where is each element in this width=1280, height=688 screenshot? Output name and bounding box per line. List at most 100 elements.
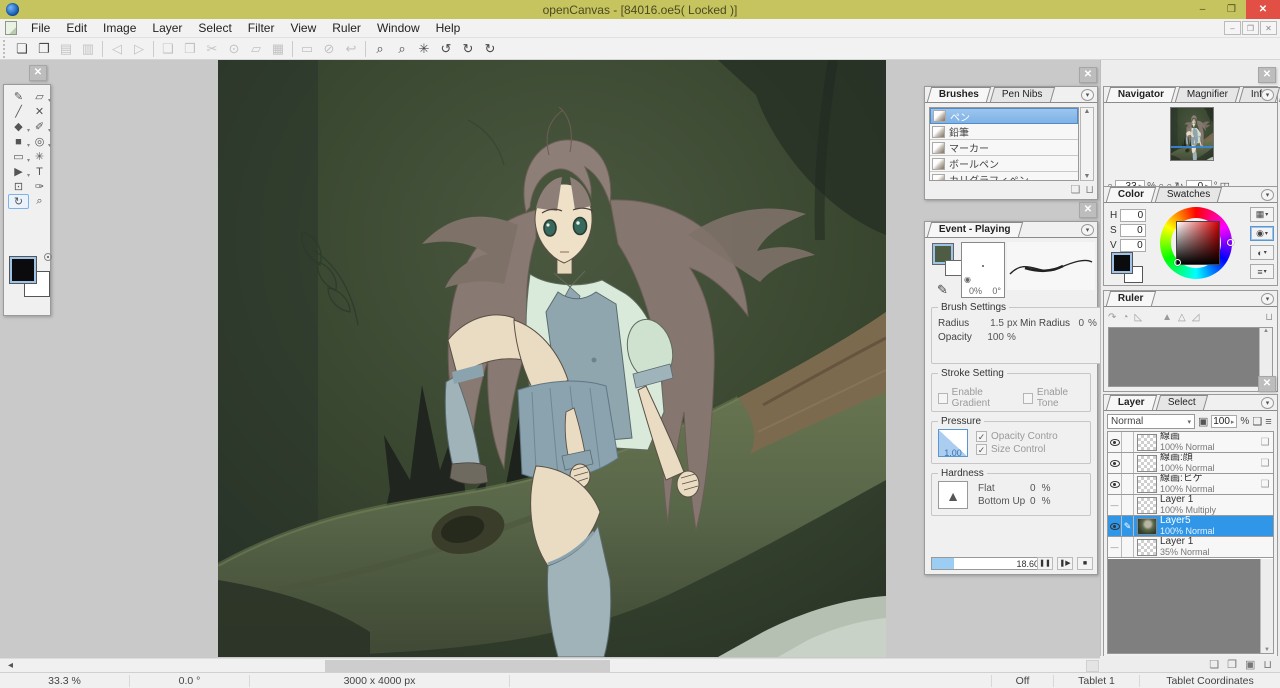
open-file-icon[interactable]: ❐ [33,39,55,59]
new-layer-folder-icon[interactable]: ❐ [1227,658,1237,671]
triangle-ruler-icon[interactable]: ◺ [1134,312,1142,323]
layer-visibility-icon[interactable]: — [1108,495,1122,515]
new-layer-icon[interactable]: ❏ [1209,658,1219,671]
brush-item[interactable]: ボールペン [930,156,1078,172]
delete-layer-icon[interactable]: ⊔ [1263,658,1272,671]
scrollbar-thumb[interactable] [325,660,610,672]
new-brush-icon[interactable]: ❏ [1071,183,1081,197]
layer-thumbnail[interactable] [1137,476,1157,493]
tab-ruler[interactable]: Ruler [1106,291,1156,306]
layer-visibility-icon[interactable] [1108,432,1122,452]
menu-ruler[interactable]: Ruler [324,19,369,38]
zoom-in-icon[interactable]: ⌕ [369,39,391,59]
panel-menu-icon[interactable]: ▾ [1261,189,1274,201]
tab-swatches[interactable]: Swatches [1155,187,1223,202]
layer-visibility-icon[interactable] [1108,474,1122,494]
layer-visibility-icon[interactable] [1108,516,1122,536]
layer-row[interactable]: —Layer 135% Normal [1108,537,1273,558]
menu-view[interactable]: View [282,19,324,38]
foreground-color[interactable] [10,257,36,283]
crop-tool[interactable]: ⊡ [8,179,29,194]
airbrush-tool[interactable]: ✐▾ [29,119,50,134]
eyedropper-tool[interactable]: ✑ [29,179,50,194]
navigator-thumbnail[interactable] [1170,107,1214,161]
layer-thumbnail[interactable] [1137,497,1157,514]
delete-brush-icon[interactable]: ⊔ [1085,183,1094,197]
menu-file[interactable]: File [23,19,58,38]
layer-row[interactable]: 線画:ヒゲ100% Normal❑ [1108,474,1273,495]
layer-row[interactable]: 線画100% Normal❑ [1108,432,1273,453]
menu-window[interactable]: Window [369,19,428,38]
layer-camera-icon[interactable]: ▣ [1245,658,1255,671]
menu-help[interactable]: Help [428,19,469,38]
menu-layer[interactable]: Layer [144,19,190,38]
layer-thumbnail[interactable] [1137,434,1157,451]
minimize-button[interactable]: – [1188,0,1217,19]
menu-filter[interactable]: Filter [240,19,283,38]
delete-ruler-icon[interactable]: ⊔ [1265,312,1273,323]
brush-item[interactable]: マーカー [930,140,1078,156]
brush-scrollbar[interactable]: ▲ ▼ [1080,107,1094,181]
panel-menu-icon[interactable]: ▾ [1261,89,1274,101]
pause-button[interactable]: ❚❚ [1037,557,1053,570]
tool-dropdown-icon[interactable]: ▾ [48,97,51,104]
zoom-tool[interactable]: ⌕ [29,194,50,209]
layer-thumbnail[interactable] [1137,455,1157,472]
child-close-button[interactable]: ✕ [1260,21,1277,35]
hue-marker[interactable] [1227,239,1234,246]
navigator-close-icon[interactable]: ✕ [1258,67,1276,83]
panel-menu-icon[interactable]: ▾ [1081,224,1094,236]
menu-image[interactable]: Image [95,19,144,38]
zoom-out-icon[interactable]: ⌕ [391,39,413,59]
foreground-color[interactable] [1112,253,1132,273]
horizontal-scrollbar[interactable]: ◂ [0,658,1100,672]
brush-item[interactable]: カリグラフィペン [930,172,1078,181]
layer-row[interactable]: —Layer 1100% Multiply [1108,495,1273,516]
maximize-button[interactable]: ❐ [1217,0,1246,19]
smudge-tool[interactable]: ◎▾ [29,134,50,149]
rotate-canvas-tool[interactable]: ↻ [8,194,29,209]
tool-dropdown-icon[interactable]: ▾ [48,127,51,134]
layer-visibility-icon[interactable] [1108,453,1122,473]
layer-opacity-input[interactable]: 100▸ [1211,415,1237,428]
tool-palette-close-icon[interactable]: ✕ [29,65,47,81]
step-button[interactable]: ❚▶ [1057,557,1073,570]
opacity-control-checkbox[interactable]: ✓Opacity Contro [976,431,1058,442]
new-file-icon[interactable]: ❏ [11,39,33,59]
toolbar-grip[interactable] [3,40,8,58]
sv-marker[interactable] [1174,259,1181,266]
shape-b-icon[interactable]: △ [1178,312,1186,323]
child-restore-button[interactable]: ❐ [1242,21,1259,35]
event-panel-close-icon[interactable]: ✕ [1079,202,1097,218]
selection-tool[interactable]: ▭▾ [8,149,29,164]
hue-input[interactable]: 0 [1120,209,1146,222]
close-button[interactable]: ✕ [1246,0,1280,19]
line-tool[interactable]: ╱ [8,104,29,119]
tab-layer[interactable]: Layer [1106,395,1157,410]
layer-lock-icon[interactable]: ❑ [1252,415,1262,428]
scroll-up-icon[interactable]: ▲ [1084,108,1091,115]
tab-magnifier[interactable]: Magnifier [1175,87,1240,102]
size-control-checkbox[interactable]: ✓Size Control [976,444,1058,455]
canvas[interactable] [218,60,886,657]
hardness-shape[interactable]: ▲ [938,481,968,509]
tab-pen-nibs[interactable]: Pen Nibs [990,87,1055,102]
layer-thumbnail[interactable] [1137,518,1157,535]
actual-size-icon[interactable]: ✳ [413,39,435,59]
tab-select[interactable]: Select [1156,395,1208,410]
opacity-value[interactable]: 100 [982,332,1004,343]
enable-gradient-checkbox[interactable]: Enable Gradient [938,387,1013,409]
ruler-list[interactable]: ▲▼ [1108,327,1273,387]
magic-wand-tool[interactable]: ✳ [29,149,50,164]
swap-colors-icon[interactable] [44,253,52,261]
menu-select[interactable]: Select [190,19,239,38]
polyline-tool[interactable]: ✕ [29,104,50,119]
blend-mode-select[interactable]: Normal▾ [1107,414,1195,429]
color-slider-mode-icon[interactable]: ≡▾ [1250,264,1274,279]
ellipse-ruler-icon[interactable]: ◔ [1122,312,1128,323]
tab-color[interactable]: Color [1106,187,1156,202]
redo-icon[interactable]: ↻ [457,39,479,59]
fill-tool[interactable]: ■▾ [8,134,29,149]
curve-ruler-icon[interactable]: ↷ [1108,312,1116,323]
pen-tool[interactable]: ✎ [8,89,29,104]
